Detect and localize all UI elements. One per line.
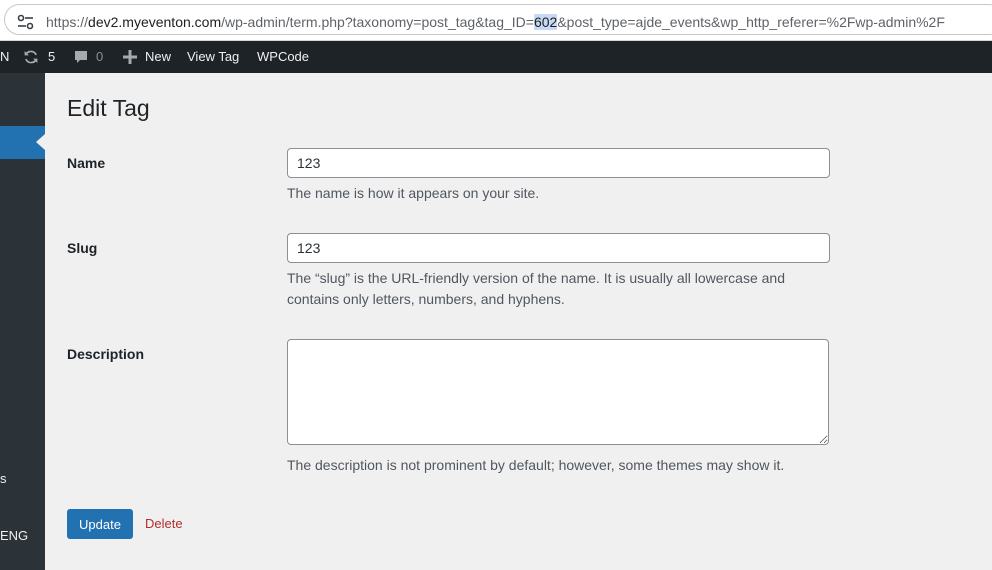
tune-icon[interactable]	[17, 14, 35, 30]
url-host: dev2.myeventon.com	[88, 14, 222, 30]
site-name-fragment[interactable]: N	[0, 41, 9, 73]
comment-icon	[75, 51, 87, 63]
view-tag-link[interactable]: View Tag	[187, 41, 239, 73]
new-content-item[interactable]: New	[123, 41, 175, 73]
update-button[interactable]: Update	[67, 509, 133, 539]
delete-link[interactable]: Delete	[145, 516, 183, 531]
name-label: Name	[67, 155, 106, 171]
url-path-rest: &post_type=ajde_events&wp_http_referer=%…	[557, 14, 945, 30]
slug-help-line-1: The “slug” is the URL-friendly version o…	[287, 270, 785, 286]
url-selected-text: 602	[533, 14, 558, 30]
sidebar-item-eng[interactable]: ENG	[0, 528, 28, 543]
comments-count: 0	[96, 49, 104, 64]
comments-item[interactable]: 0	[73, 41, 107, 73]
description-label: Description	[67, 346, 145, 362]
address-field[interactable]: https://dev2.myeventon.com/wp-admin/term…	[4, 4, 992, 35]
new-label: New	[145, 49, 172, 64]
page-title: Edit Tag	[67, 95, 150, 121]
plus-icon	[123, 50, 137, 64]
updates-item[interactable]: 5	[22, 41, 62, 73]
url-path: /wp-admin/term.php?taxonomy=post_tag&tag…	[221, 14, 534, 30]
updates-count: 5	[48, 49, 56, 64]
slug-help-line-2: contains only letters, numbers, and hyph…	[287, 291, 565, 307]
description-field[interactable]	[287, 339, 829, 445]
current-menu-arrow-icon	[36, 134, 45, 150]
admin-bar: N 5 0 New View Tag WPCode	[0, 41, 992, 73]
sidebar-item-fragment[interactable]: s	[0, 471, 7, 486]
slug-field[interactable]	[287, 233, 830, 263]
slug-label: Slug	[67, 240, 98, 256]
name-help-text: The name is how it appears on your site.	[287, 185, 540, 201]
updates-icon	[24, 50, 38, 64]
name-field[interactable]	[287, 148, 830, 178]
wpcode-menu[interactable]: WPCode	[257, 41, 309, 73]
description-help-text: The description is not prominent by defa…	[287, 457, 785, 473]
url-prefix: https://	[46, 14, 89, 30]
browser-url-bar: https://dev2.myeventon.com/wp-admin/term…	[0, 0, 992, 41]
url-text[interactable]: https://dev2.myeventon.com/wp-admin/term…	[46, 14, 945, 30]
slug-help-text: The “slug” is the URL-friendly version o…	[287, 268, 827, 310]
